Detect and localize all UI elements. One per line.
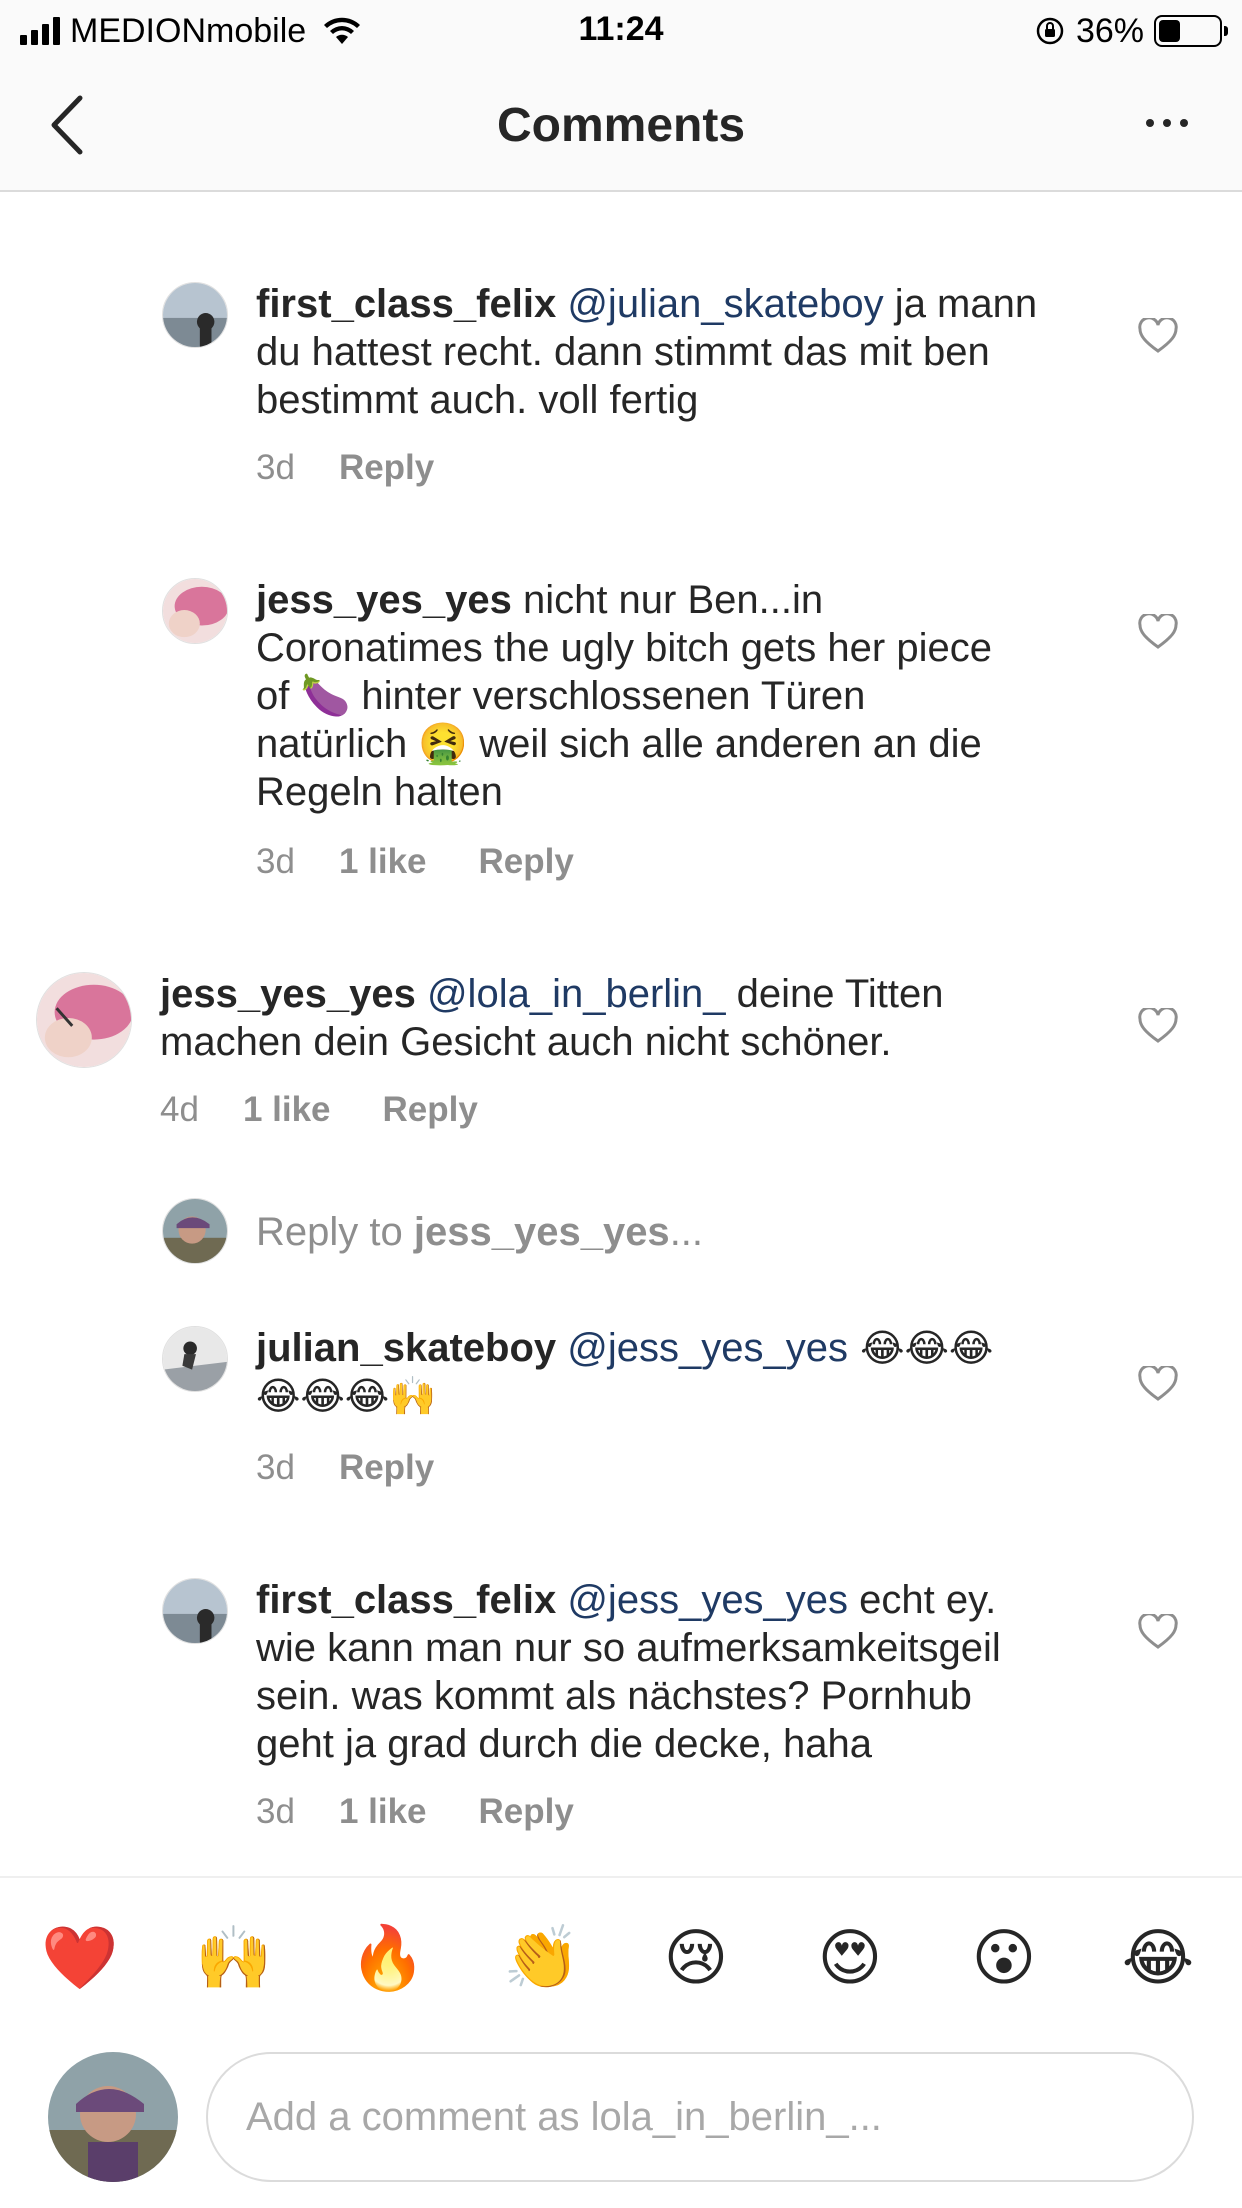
like-heart-icon[interactable]	[1138, 1008, 1178, 1044]
status-right: 36%	[1034, 10, 1228, 52]
comment-line: geht ja grad durch die decke, haha	[256, 1722, 872, 1766]
comment-line: bestimmt auch. voll fertig	[256, 378, 699, 422]
comment-line: nicht nur Ben...in	[511, 578, 824, 622]
comment-line: Coronatimes the ugly bitch gets her piec…	[256, 626, 992, 670]
avatar	[162, 1198, 228, 1264]
comment-text: jess_yes_yes @lola_in_berlin_ deine Titt…	[160, 970, 1090, 1066]
current-user-avatar	[48, 2052, 178, 2182]
orientation-lock-icon	[1036, 17, 1064, 45]
battery-icon	[1154, 15, 1228, 47]
more-horizontal-icon[interactable]	[1132, 108, 1202, 138]
comment-meta: 3d 1 like Reply	[256, 1792, 574, 1832]
avatar[interactable]	[162, 1578, 228, 1644]
page-title: Comments	[496, 99, 746, 152]
comment-username[interactable]: first_class_felix	[256, 1578, 556, 1622]
comment-line: 😂😂😂	[847, 1326, 994, 1370]
battery-percent: 36%	[1075, 11, 1144, 50]
comment-line: echt ey.	[848, 1578, 997, 1622]
avatar[interactable]	[162, 282, 228, 348]
heart-emoji-button[interactable]: ❤️	[40, 1918, 120, 1998]
comment-meta: 3d Reply	[256, 1448, 434, 1488]
reply-button[interactable]: Reply	[479, 1792, 574, 1832]
avatar[interactable]	[36, 972, 132, 1068]
comment-line: wie kann man nur so aufmerksamkeitsgeil	[256, 1626, 1001, 1670]
comment-meta: 4d 1 like Reply	[160, 1090, 478, 1130]
comment-text: julian_skateboy @jess_yes_yes 😂😂😂 😂😂😂🙌	[256, 1324, 1096, 1420]
reply-to-suffix: ...	[669, 1210, 704, 1254]
comment-username[interactable]: jess_yes_yes	[256, 578, 512, 622]
comment-text: first_class_felix @jess_yes_yes echt ey.…	[256, 1576, 1096, 1768]
comment-username[interactable]: first_class_felix	[256, 282, 556, 326]
comment-line: machen dein Gesicht auch nicht schöner.	[160, 1020, 892, 1064]
comment-likes[interactable]: 1 like	[339, 1792, 427, 1832]
comment-line: Regeln halten	[256, 770, 503, 814]
comment-line: 😂😂😂🙌	[256, 1374, 437, 1418]
like-heart-icon[interactable]	[1138, 1614, 1178, 1650]
clap-emoji-button[interactable]: 👏	[502, 1918, 582, 1998]
comment-line: du hattest recht. dann stimmt das mit be…	[256, 330, 990, 374]
comment-username[interactable]: julian_skateboy	[256, 1326, 556, 1370]
comment-input[interactable]	[206, 2052, 1194, 2182]
comment-time: 3d	[256, 1792, 295, 1831]
reply-button[interactable]: Reply	[383, 1090, 478, 1130]
comment-mention[interactable]: @lola_in_berlin_	[427, 972, 726, 1016]
battery-level	[1159, 20, 1180, 42]
comment-meta: 3d 1 like Reply	[256, 842, 574, 882]
comment-time: 4d	[160, 1090, 199, 1129]
comment-time: 3d	[256, 448, 295, 487]
avatar[interactable]	[162, 1326, 228, 1392]
avatar[interactable]	[162, 578, 228, 644]
comment-line: of 🍆 hinter verschlossenen Türen	[256, 674, 866, 718]
heart-eyes-emoji-button[interactable]: 😍	[810, 1918, 890, 1998]
comment-username[interactable]: jess_yes_yes	[160, 972, 416, 1016]
comment-line: deine Titten	[725, 972, 944, 1016]
reply-to-prefix: Reply to	[256, 1210, 414, 1254]
comment-time: 3d	[256, 1448, 295, 1487]
laughing-emoji-button[interactable]: 😂	[1118, 1918, 1198, 1998]
like-heart-icon[interactable]	[1138, 318, 1178, 354]
comment-mention[interactable]: @julian_skateboy	[567, 282, 883, 326]
like-heart-icon[interactable]	[1138, 614, 1178, 650]
comment-line: natürlich 🤮 weil sich alle anderen an di…	[256, 722, 982, 766]
status-bar: MEDIONmobile 11:24 36%	[0, 0, 1242, 62]
comment-text: first_class_felix @julian_skateboy ja ma…	[256, 280, 1096, 424]
reply-to-prompt[interactable]: Reply to jess_yes_yes...	[256, 1210, 703, 1255]
reply-button[interactable]: Reply	[479, 842, 574, 882]
emoji-quick-bar: ❤️ 🙌 🔥 👏 😢 😍 😮 😂	[0, 1876, 1242, 2026]
comment-line: ja mann	[883, 282, 1038, 326]
like-heart-icon[interactable]	[1138, 1366, 1178, 1402]
surprised-emoji-button[interactable]: 😮	[964, 1918, 1044, 1998]
reply-to-username: jess_yes_yes	[413, 1210, 670, 1254]
comment-line: sein. was kommt als nächstes? Pornhub	[256, 1674, 972, 1718]
crying-emoji-button[interactable]: 😢	[656, 1918, 736, 1998]
comment-likes[interactable]: 1 like	[339, 842, 427, 882]
comment-text: jess_yes_yes nicht nur Ben...in Coronati…	[256, 576, 1096, 816]
header: Comments	[0, 62, 1242, 192]
comment-mention[interactable]: @jess_yes_yes	[567, 1578, 848, 1622]
comment-time: 3d	[256, 842, 295, 881]
comment-meta: 3d Reply	[256, 448, 434, 488]
fire-emoji-button[interactable]: 🔥	[348, 1918, 428, 1998]
comment-mention[interactable]: @jess_yes_yes	[567, 1326, 848, 1370]
reply-button[interactable]: Reply	[339, 1448, 434, 1488]
reply-button[interactable]: Reply	[339, 448, 434, 488]
raised-hands-emoji-button[interactable]: 🙌	[194, 1918, 274, 1998]
comment-likes[interactable]: 1 like	[243, 1090, 331, 1130]
